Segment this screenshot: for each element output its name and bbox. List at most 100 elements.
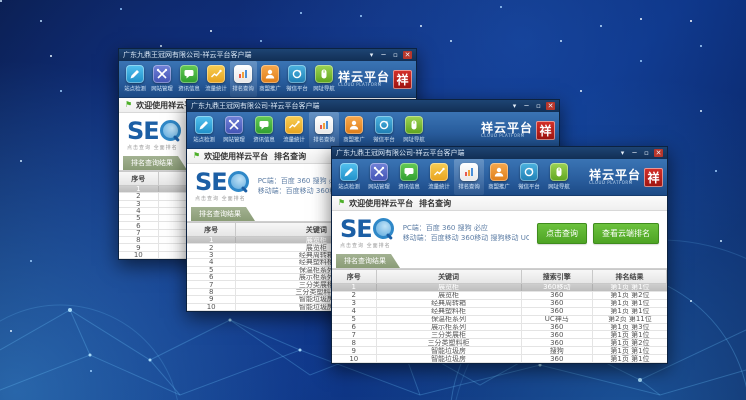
maximize-icon[interactable]: ▫ [642,149,651,157]
seo-logo: SE 点击查询 全面排名 [195,170,250,202]
maximize-icon[interactable]: ▫ [391,51,400,59]
toolbar-item-site-manage[interactable]: 网站管理 [219,112,249,148]
toolbar-item-wechat[interactable]: 微信平台 [514,159,544,195]
brand-seal-icon: 祥 [644,168,663,187]
brand-logo: 祥云平台 CLOUD PLATFORM 祥 [589,159,665,195]
app-window-front[interactable]: 广东九鼎王冠网有限公司-祥云平台客户端 ▾ ─ ▫ ✕ 站点检测 网站管理 资讯… [331,146,668,364]
promotion-icon [490,163,508,181]
promotion-icon [261,65,279,83]
tab-rank-results[interactable]: 排名查询结果 [191,207,255,221]
magnifier-icon [228,171,250,193]
main-toolbar: 站点检测 网站管理 资讯信息 流量统计 排名查询 商盟推广 微信平台 网址导航 [119,61,416,98]
seo-tagline: 点击查询 全面排名 [195,195,246,202]
rank-result-table: 序号 关键词 搜索引擎 排名结果 1 展览柜 360移动 第1页 第1位 2 展… [332,269,667,363]
table-row[interactable]: 6 展示柜系列 360 第1页 第3位 [332,324,667,332]
wechat-platform-icon [375,116,393,134]
toolbar-item-site-manage[interactable]: 网站管理 [148,61,175,97]
section-title: 排名查询 [419,198,451,209]
table-row[interactable]: 7 三分类展柜 360 第1页 第1位 [332,331,667,339]
table-row[interactable]: 5 保温柜系列 UC神马 第2页 第11位 [332,316,667,324]
toolbar-item-site-check[interactable]: 站点检测 [334,159,364,195]
window-titlebar[interactable]: 广东九鼎王冠网有限公司-祥云平台客户端 ▾ ─ ▫ ✕ [187,100,559,112]
toolbar-item-rank-query[interactable]: 排名查询 [454,159,484,195]
toolbar-item-promotion[interactable]: 商盟推广 [339,112,369,148]
toolbar-item-wechat[interactable]: 微信平台 [369,112,399,148]
cloud-rank-button[interactable]: 查看云端排名 [593,223,659,244]
table-row[interactable]: 10 智能垃圾房 360 第1页 第1位 [332,355,667,363]
section-title: 排名查询 [274,151,306,162]
magnifier-icon [373,218,395,240]
toolbar-item-news[interactable]: 资讯信息 [249,112,279,148]
site-check-icon [340,163,358,181]
toolbar-item-site-check[interactable]: 站点检测 [189,112,219,148]
table-row[interactable]: 1 展览柜 360移动 第1页 第1位 [332,284,667,292]
toolbar-item-news[interactable]: 资讯信息 [394,159,424,195]
table-header-row: 序号 关键词 搜索引擎 排名结果 [332,270,667,284]
menu-icon[interactable]: ▾ [367,51,376,59]
tab-rank-results[interactable]: 排名查询结果 [336,254,400,268]
close-icon[interactable]: ✕ [546,102,555,110]
toolbar-item-wechat[interactable]: 微信平台 [284,61,311,97]
toolbar-item-traffic[interactable]: 流量统计 [279,112,309,148]
site-nav-icon [550,163,568,181]
magnifier-icon [160,120,182,142]
main-toolbar: 站点检测 网站管理 资讯信息 流量统计 排名查询 商盟推广 微信平台 网址导航 [332,159,667,196]
rank-query-icon [315,116,333,134]
table-row[interactable]: 2 展览柜 360 第1页 第2位 [332,292,667,300]
toolbar-item-site-nav[interactable]: 网址导航 [544,159,574,195]
rank-query-icon [460,163,478,181]
brand-seal-icon: 祥 [536,121,555,140]
brand-seal-icon: 祥 [393,70,412,89]
table-row[interactable]: 8 三分类塑料柜 360 第1页 第2位 [332,339,667,347]
toolbar-item-rank-query[interactable]: 排名查询 [230,61,257,97]
toolbar-item-site-check[interactable]: 站点检测 [121,61,148,97]
table-body: 1 展览柜 360移动 第1页 第1位 2 展览柜 360 第1页 第2位 3 … [332,284,667,363]
engine-list: PC端：百度 360 搜狗 必应 移动端：百度移动 360移动 搜狗移动 UC神… [403,223,529,244]
toolbar-item-traffic[interactable]: 流量统计 [424,159,454,195]
welcome-text: 欢迎使用祥云平台 [204,151,268,162]
table-row[interactable]: 3 经典周转箱 360 第1页 第1位 [332,300,667,308]
message-icon [180,65,198,83]
tab-rank-results[interactable]: 排名查询结果 [123,156,187,170]
site-nav-icon [315,65,333,83]
message-icon [400,163,418,181]
toolbar-item-promotion[interactable]: 商盟推广 [484,159,514,195]
maximize-icon[interactable]: ▫ [534,102,543,110]
menu-icon[interactable]: ▾ [618,149,627,157]
toolbar-item-traffic[interactable]: 流量统计 [202,61,229,97]
toolbar-item-site-nav[interactable]: 网址导航 [399,112,429,148]
table-row[interactable]: 9 智能垃圾房 搜狗 第1页 第1位 [332,347,667,355]
window-controls: ▾ ─ ▫ ✕ [510,102,555,110]
traffic-stats-icon [430,163,448,181]
query-panel: SE 点击查询 全面排名 PC端：百度 360 搜狗 必应 移动端：百度移动 3… [332,211,667,255]
site-manage-icon [370,163,388,181]
brand-logo: 祥云平台 CLOUD PLATFORM 祥 [338,61,414,97]
wechat-platform-icon [520,163,538,181]
traffic-stats-icon [285,116,303,134]
toolbar-item-rank-query[interactable]: 排名查询 [309,112,339,148]
minimize-icon[interactable]: ─ [630,149,639,157]
toolbar-item-site-manage[interactable]: 网站管理 [364,159,394,195]
minimize-icon[interactable]: ─ [522,102,531,110]
window-titlebar[interactable]: 广东九鼎王冠网有限公司-祥云平台客户端 ▾ ─ ▫ ✕ [332,147,667,159]
close-icon[interactable]: ✕ [403,51,412,59]
toolbar-item-site-nav[interactable]: 网址导航 [311,61,338,97]
window-title: 广东九鼎王冠网有限公司-祥云平台客户端 [123,50,367,60]
close-icon[interactable]: ✕ [654,149,663,157]
menu-icon[interactable]: ▾ [510,102,519,110]
window-controls: ▾ ─ ▫ ✕ [618,149,663,157]
query-button[interactable]: 点击查询 [537,223,587,244]
toolbar-item-news[interactable]: 资讯信息 [175,61,202,97]
flag-icon: ⚑ [193,152,200,160]
site-nav-icon [405,116,423,134]
result-tab-bar: 排名查询结果 [332,255,667,269]
welcome-banner: ⚑ 欢迎使用祥云平台 排名查询 [332,196,667,211]
table-row[interactable]: 4 经典塑料柜 360 第1页 第1位 [332,308,667,316]
site-check-icon [195,116,213,134]
brand-logo: 祥云平台 CLOUD PLATFORM 祥 [481,112,557,148]
site-check-icon [126,65,144,83]
minimize-icon[interactable]: ─ [379,51,388,59]
window-title: 广东九鼎王冠网有限公司-祥云平台客户端 [191,101,510,111]
window-titlebar[interactable]: 广东九鼎王冠网有限公司-祥云平台客户端 ▾ ─ ▫ ✕ [119,49,416,61]
toolbar-item-promotion[interactable]: 商盟推广 [257,61,284,97]
